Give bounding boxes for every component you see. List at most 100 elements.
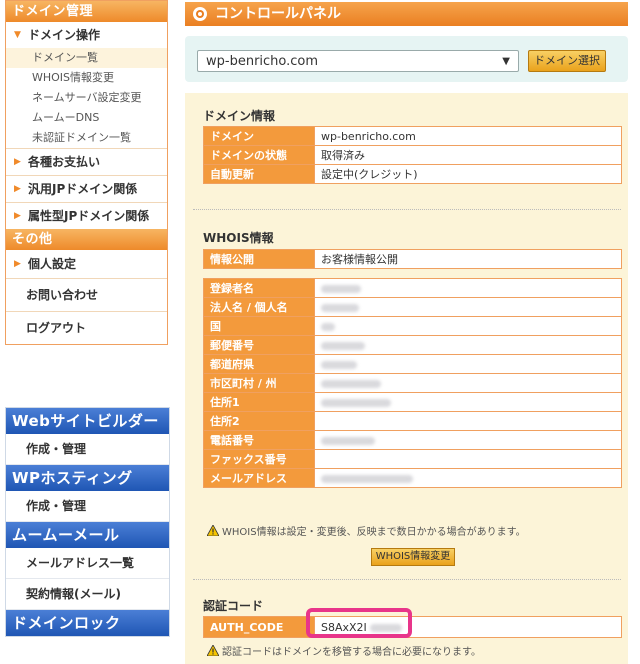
row-label: 都道府県	[203, 354, 315, 374]
row-label: 市区町村 / 州	[203, 373, 315, 393]
sidebar-sub-mumu-dns[interactable]: ムームーDNS	[6, 108, 167, 128]
chevron-right-icon: ▶	[14, 211, 21, 221]
sidebar-item-jp-attr[interactable]: ▶ 属性型JPドメイン関係	[6, 203, 167, 229]
table-row: 住所2	[203, 411, 622, 431]
table-row: ドメインの状態 取得済み	[203, 145, 622, 165]
domain-select-button[interactable]: ドメイン選択	[528, 50, 606, 72]
row-value	[314, 449, 622, 469]
wp-hosting-manage[interactable]: 作成・管理	[6, 491, 169, 522]
sidebar-sub-whois-change[interactable]: WHOIS情報変更	[6, 68, 167, 88]
mumu-mail-header: ムームーメール	[6, 522, 169, 548]
row-label: メールアドレス	[203, 468, 315, 488]
table-row: 登録者名	[203, 278, 622, 298]
row-label: ファックス番号	[203, 449, 315, 469]
row-value	[314, 430, 622, 450]
page-title-bar: コントロールパネル	[185, 2, 628, 26]
chevron-down-icon: ▼	[502, 56, 510, 67]
row-value	[314, 373, 622, 393]
divider	[193, 209, 621, 210]
warning-icon	[207, 645, 219, 656]
auth-title: 認証コード	[203, 599, 264, 613]
domain-select[interactable]: wp-benricho.com ▼	[197, 50, 519, 72]
chevron-down-icon: ▼	[14, 30, 21, 40]
sidebar-sub-unverified[interactable]: 未認証ドメイン一覧	[6, 128, 167, 149]
domain-mgmt-header: ドメイン管理	[6, 1, 167, 22]
divider	[193, 579, 621, 580]
warning-icon	[207, 525, 219, 536]
table-row: 郵便番号	[203, 335, 622, 355]
row-label: 情報公開	[203, 249, 315, 269]
sidebar-sub-domain-list[interactable]: ドメイン一覧	[6, 48, 167, 68]
sidebar: ドメイン管理 ▼ ドメイン操作 ドメイン一覧 WHOIS情報変更 ネームサーバ設定…	[5, 0, 168, 345]
row-value	[314, 411, 622, 431]
auth-note-text: 認証コードはドメインを移管する場合に必要になります。	[222, 647, 481, 658]
website-builder-header: Webサイトビルダー	[6, 408, 169, 434]
chevron-right-icon: ▶	[14, 184, 21, 194]
row-label: 国	[203, 316, 315, 336]
highlight-box	[306, 608, 412, 638]
row-value	[314, 316, 622, 336]
whois-note: WHOIS情報は設定・変更後、反映まで数日かかる場合があります。	[207, 523, 526, 538]
table-row: AUTH_CODE S8AxX2I	[203, 616, 622, 638]
row-value: wp-benricho.com	[314, 126, 622, 146]
row-label: 住所1	[203, 392, 315, 412]
page-title: コントロールパネル	[215, 6, 341, 22]
website-builder-manage[interactable]: 作成・管理	[6, 434, 169, 465]
row-value	[314, 468, 622, 488]
sidebar-item-payments[interactable]: ▶ 各種お支払い	[6, 149, 167, 176]
table-row: 都道府県	[203, 354, 622, 374]
sidebar-item-logout[interactable]: ログアウト	[6, 312, 167, 344]
sidebar-item-label: 汎用JPドメイン関係	[28, 182, 138, 196]
row-value	[314, 297, 622, 317]
domain-info-title: ドメイン情報	[203, 109, 276, 123]
mail-contract-info[interactable]: 契約情報(メール)	[6, 579, 169, 610]
row-label: ドメインの状態	[203, 145, 315, 165]
domain-lock-header: ドメインロック	[6, 610, 169, 636]
sidebar-sub-nameserver[interactable]: ネームサーバ設定変更	[6, 88, 167, 108]
sidebar-item-label: 個人設定	[28, 257, 77, 271]
whois-change-button[interactable]: WHOIS情報変更	[371, 548, 455, 566]
selected-domain: wp-benricho.com	[206, 54, 319, 69]
row-value	[314, 278, 622, 298]
table-row: 自動更新 設定中(クレジット)	[203, 164, 622, 184]
row-label: 法人名 / 個人名	[203, 297, 315, 317]
services-menu: Webサイトビルダー 作成・管理 WPホスティング 作成・管理 ムームーメール …	[5, 407, 170, 637]
auth-code-label: AUTH_CODE	[203, 616, 315, 638]
sidebar-item-label: 属性型JPドメイン関係	[28, 209, 150, 223]
table-row: 住所1	[203, 392, 622, 412]
row-label: ドメイン	[203, 126, 315, 146]
info-panel: ドメイン情報 ドメイン wp-benricho.com ドメインの状態 取得済み 自…	[185, 93, 628, 664]
other-header: その他	[6, 229, 167, 250]
row-value: お客様情報公開	[314, 249, 622, 269]
chevron-right-icon: ▶	[14, 157, 21, 167]
table-row: ファックス番号	[203, 449, 622, 469]
sidebar-item-label: 各種お支払い	[28, 155, 101, 169]
row-value: 設定中(クレジット)	[314, 164, 622, 184]
sidebar-item-jp-general[interactable]: ▶ 汎用JPドメイン関係	[6, 176, 167, 203]
auth-note: 認証コードはドメインを移管する場合に必要になります。	[207, 643, 481, 658]
gear-icon	[193, 7, 207, 21]
table-row: ドメイン wp-benricho.com	[203, 126, 622, 146]
row-label: 郵便番号	[203, 335, 315, 355]
whois-title: WHOIS情報	[203, 231, 274, 245]
mail-address-list[interactable]: メールアドレス一覧	[6, 548, 169, 579]
sidebar-item-label: ドメイン操作	[28, 28, 101, 42]
table-row: メールアドレス	[203, 468, 622, 488]
table-row: 市区町村 / 州	[203, 373, 622, 393]
wp-hosting-header: WPホスティング	[6, 465, 169, 491]
row-label: 電話番号	[203, 430, 315, 450]
row-value	[314, 335, 622, 355]
auth-table: AUTH_CODE S8AxX2I	[203, 616, 622, 638]
domain-info-table: ドメイン wp-benricho.com ドメインの状態 取得済み 自動更新 設定中(…	[203, 126, 622, 184]
table-row: 法人名 / 個人名	[203, 297, 622, 317]
row-value	[314, 392, 622, 412]
whois-fields-table: 登録者名 法人名 / 個人名 国 郵便番号 都道府県 市区町村 / 州 住所1 …	[203, 278, 622, 488]
sidebar-item-domain-ops[interactable]: ▼ ドメイン操作	[6, 22, 167, 48]
chevron-right-icon: ▶	[14, 259, 21, 269]
row-value	[314, 354, 622, 374]
table-row: 国	[203, 316, 622, 336]
sidebar-item-contact[interactable]: お問い合わせ	[6, 279, 167, 312]
table-row: 電話番号	[203, 430, 622, 450]
whois-public-table: 情報公開 お客様情報公開	[203, 249, 622, 269]
sidebar-item-personal[interactable]: ▶ 個人設定	[6, 250, 167, 279]
